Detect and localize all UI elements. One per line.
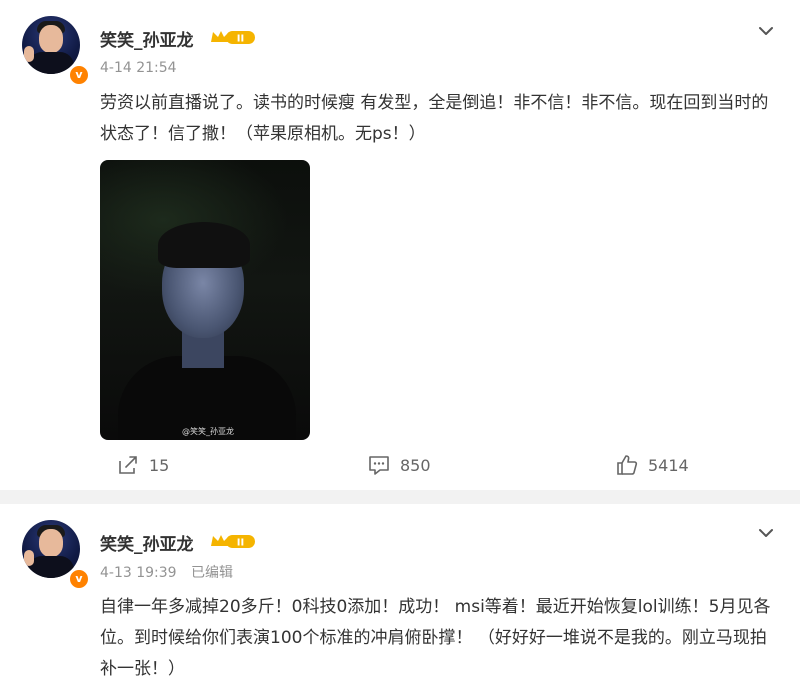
post-actions: 15 850 5414 <box>0 452 800 478</box>
post-time[interactable]: 4-13 19:39 <box>100 565 177 581</box>
image-watermark: @笑笑_孙亚龙 <box>182 427 234 436</box>
chevron-down-icon[interactable] <box>757 22 775 40</box>
username[interactable]: 笑笑_孙亚龙 <box>100 530 194 555</box>
verified-badge-icon: v <box>68 64 90 86</box>
post-card: v 笑笑_孙亚龙 II 4-13 19:39 已编辑 自律一年多减掉20多斤！0… <box>0 504 800 690</box>
svg-text:II: II <box>237 538 244 549</box>
crown-level-badge-icon: II <box>211 31 255 45</box>
crown-level-badge-icon: II <box>211 535 255 549</box>
username[interactable]: 笑笑_孙亚龙 <box>100 26 194 51</box>
share-arrow-icon <box>119 456 137 474</box>
verified-badge-icon: v <box>68 568 90 590</box>
post-card: v 笑笑_孙亚龙 II 4-14 21:54 劳资以前直播说了。读书的时候瘦 有… <box>0 0 800 490</box>
repost-button[interactable]: 15 <box>117 452 169 478</box>
svg-text:II: II <box>237 34 244 45</box>
post-text: 自律一年多减掉20多斤！0科技0添加！成功！ msi等着！最近开始恢复lol训练… <box>100 597 771 679</box>
post-text: 劳资以前直播说了。读书的时候瘦 有发型，全是倒追！非不信！非不信。现在回到当时的… <box>100 93 769 144</box>
comment-button[interactable]: 850 <box>368 452 431 478</box>
comment-count: 850 <box>400 455 431 475</box>
repost-count: 15 <box>149 455 170 475</box>
like-button[interactable]: 5414 <box>616 452 689 478</box>
thumbs-up-icon <box>617 455 638 475</box>
post-meta: 4-14 21:54 <box>100 60 177 76</box>
post-meta: 4-13 19:39 已编辑 <box>100 562 233 582</box>
post-image[interactable]: @笑笑_孙亚龙 <box>100 160 310 440</box>
like-count: 5414 <box>648 455 689 475</box>
edited-label: 已编辑 <box>191 565 234 581</box>
post-time[interactable]: 4-14 21:54 <box>100 60 177 76</box>
comment-bubble-icon <box>369 456 389 475</box>
chevron-down-icon[interactable] <box>757 524 775 542</box>
